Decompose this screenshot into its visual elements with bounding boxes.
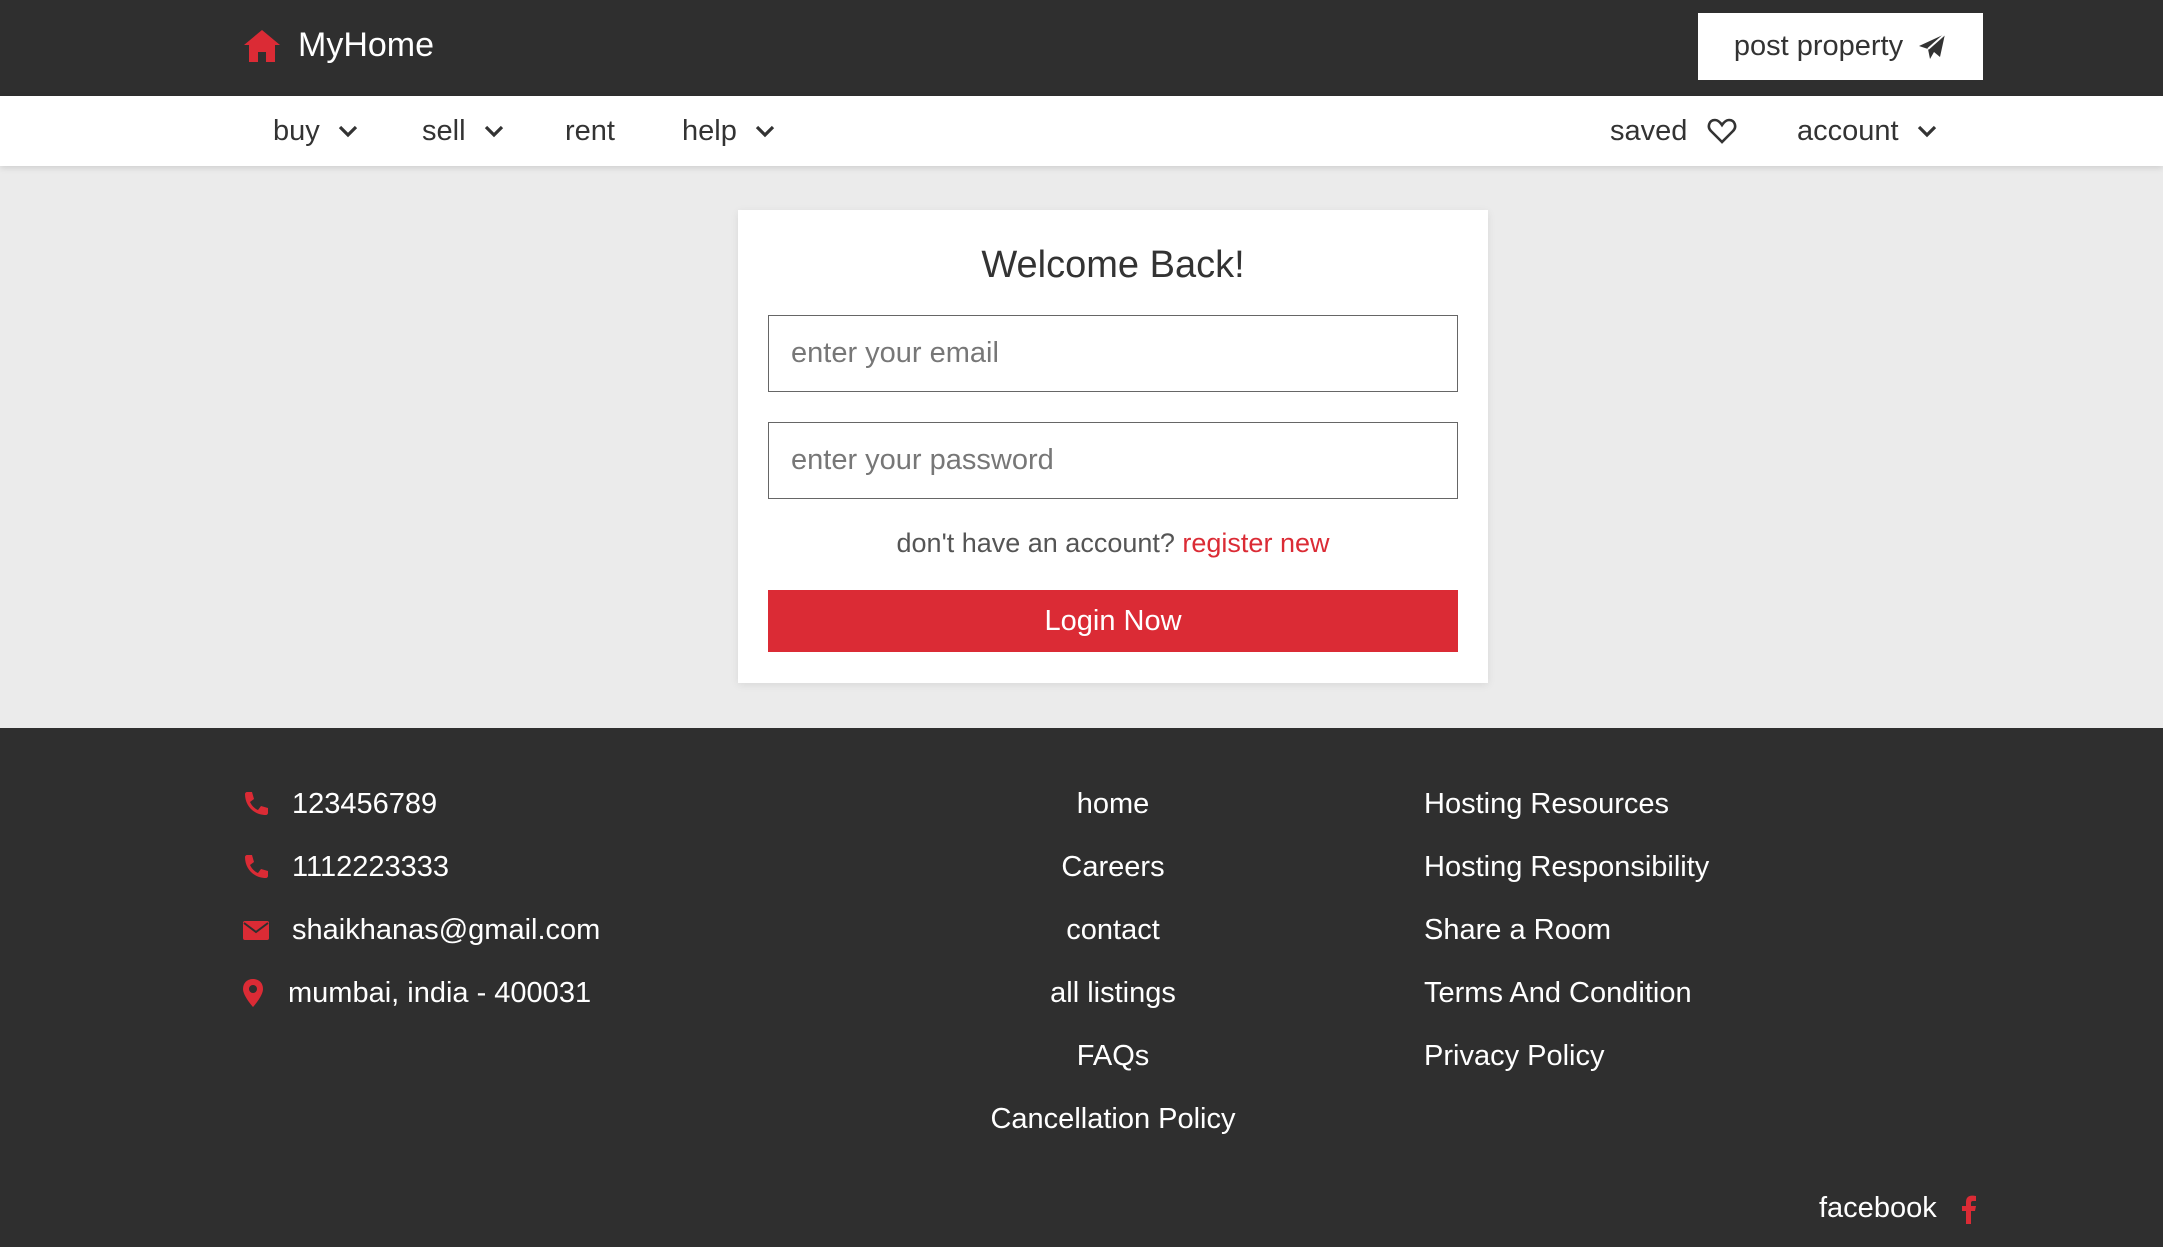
phone-icon [245, 792, 268, 815]
footer-link-hosting-resources[interactable]: Hosting Resources [1424, 784, 1669, 824]
footer-link-hosting-responsibility[interactable]: Hosting Responsibility [1424, 847, 1709, 887]
facebook-label: facebook [1819, 1192, 1937, 1224]
brand-name: MyHome [298, 26, 435, 64]
footer-link-all-listings[interactable]: all listings [913, 973, 1313, 1013]
nav-help-label: help [682, 114, 737, 147]
register-link[interactable]: register new [1182, 528, 1329, 558]
chevron-down-icon [755, 125, 774, 138]
contact-phone-1[interactable]: 123456789 [242, 784, 437, 824]
nav-saved[interactable]: saved [1610, 96, 1737, 166]
nav-account-label: account [1797, 114, 1899, 147]
footer-link-home[interactable]: home [913, 784, 1313, 824]
password-field[interactable] [768, 422, 1458, 499]
chevron-down-icon [338, 125, 357, 138]
map-pin-icon [243, 979, 263, 1007]
phone-2-text: 1112223333 [292, 850, 449, 883]
chevron-down-icon [484, 125, 503, 138]
phone-1-text: 123456789 [292, 787, 438, 820]
email-text: shaikhanas@gmail.com [292, 913, 601, 946]
paper-plane-icon [1919, 32, 1946, 59]
footer-link-cancellation-policy[interactable]: Cancellation Policy [913, 1099, 1313, 1139]
nav-account[interactable]: account [1797, 96, 1939, 166]
register-prompt: don't have an account? register new [738, 528, 1488, 559]
footer-link-contact[interactable]: contact [913, 910, 1313, 950]
address-text: mumbai, india - 400031 [288, 976, 592, 1009]
login-button[interactable]: Login Now [768, 590, 1458, 652]
nav-rent[interactable]: rent [565, 96, 615, 166]
phone-icon [245, 855, 268, 878]
post-property-label: post property [1733, 30, 1904, 62]
facebook-icon [1961, 1195, 1976, 1224]
facebook-link[interactable]: facebook [1819, 1192, 1977, 1225]
nav-sell[interactable]: sell [422, 96, 506, 166]
brand-logo[interactable]: MyHome [242, 26, 434, 65]
email-field[interactable] [768, 315, 1458, 392]
nav-sell-label: sell [422, 114, 466, 147]
nav-buy-label: buy [273, 114, 320, 147]
nav-saved-label: saved [1610, 114, 1688, 147]
contact-phone-2[interactable]: 1112223333 [242, 847, 449, 887]
footer-link-share-a-room[interactable]: Share a Room [1424, 910, 1611, 950]
chevron-down-icon [1917, 125, 1936, 138]
no-account-text: don't have an account? [896, 528, 1175, 558]
login-title: Welcome Back! [981, 244, 1245, 286]
footer-link-faqs[interactable]: FAQs [913, 1036, 1313, 1076]
footer-link-privacy-policy[interactable]: Privacy Policy [1424, 1036, 1605, 1076]
contact-email[interactable]: shaikhanas@gmail.com [242, 910, 600, 950]
footer-link-careers[interactable]: Careers [913, 847, 1313, 887]
nav-help[interactable]: help [682, 96, 777, 166]
post-property-button[interactable]: post property [1698, 13, 1983, 80]
heart-icon [1708, 118, 1737, 144]
login-card: Welcome Back! don't have an account? reg… [738, 210, 1488, 683]
nav-rent-label: rent [565, 114, 615, 147]
nav-buy[interactable]: buy [273, 96, 360, 166]
envelope-icon [243, 921, 269, 940]
top-header: MyHome post property [0, 0, 2163, 96]
main-nav: buy sell rent help saved account [0, 96, 2163, 166]
footer-link-terms[interactable]: Terms And Condition [1424, 973, 1692, 1013]
home-icon [244, 29, 280, 62]
contact-address: mumbai, india - 400031 [242, 973, 591, 1013]
